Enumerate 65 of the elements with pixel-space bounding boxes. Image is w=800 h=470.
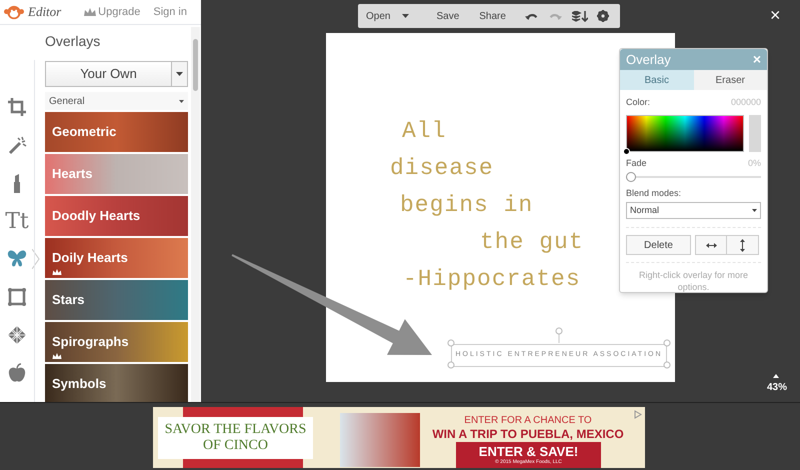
diamond-pattern-icon[interactable] <box>7 325 27 345</box>
crown-icon <box>52 269 62 275</box>
fade-value: 0% <box>748 157 761 170</box>
overlay-category[interactable]: Geometric <box>45 112 188 152</box>
undo-icon[interactable] <box>524 11 539 21</box>
ad-choices-icon[interactable] <box>634 410 642 419</box>
zoom-level: 43% <box>767 381 788 395</box>
color-preview <box>749 115 761 152</box>
crop-icon[interactable] <box>7 97 27 117</box>
dropdown-button[interactable] <box>172 61 188 87</box>
crown-icon <box>84 8 96 16</box>
scrollbar[interactable] <box>191 27 200 402</box>
ad-headline: SAVOR THE FLAVORS OF CINCO <box>158 417 313 459</box>
text-tool[interactable]: Tt <box>5 204 29 238</box>
overlay-category[interactable]: Doodly Hearts <box>45 196 188 236</box>
monkey-logo-icon <box>4 4 24 20</box>
layers-sort-icon[interactable] <box>572 10 588 22</box>
toolbar-button[interactable]: Share <box>479 8 506 24</box>
overlay-category[interactable]: Stars <box>45 280 188 320</box>
crown-icon <box>52 353 62 359</box>
picker-handle-icon <box>623 148 630 155</box>
flip-vertical-button[interactable] <box>727 235 759 255</box>
quote-text: All disease begins in the gut -Hippocrates <box>390 117 584 294</box>
ad-text: ENTER FOR A CHANCE TO <box>463 414 593 428</box>
delete-button[interactable]: Delete <box>626 235 691 255</box>
panel-title: Overlays <box>45 32 102 51</box>
tab[interactable]: Basic <box>620 70 694 90</box>
up-arrow-icon[interactable] <box>773 374 779 378</box>
your-own-button[interactable]: Your Own <box>45 61 172 87</box>
upgrade-link[interactable]: Upgrade <box>98 4 140 20</box>
fade-label: Fade <box>626 157 647 170</box>
color-value: 000000 <box>730 96 761 109</box>
blend-label: Blend modes: <box>626 186 682 200</box>
hint-text: Right-click overlay for more options. <box>638 269 750 293</box>
category-select[interactable]: General <box>45 92 188 110</box>
toolbar-button[interactable]: Save <box>436 8 460 24</box>
apple-icon[interactable] <box>7 363 27 383</box>
overlay-category[interactable]: Symbols <box>45 364 188 402</box>
magic-wand-icon[interactable] <box>7 135 27 155</box>
sign-in-link[interactable]: Sign in <box>153 4 187 20</box>
selection-handles-drawing[interactable] <box>447 327 671 369</box>
open-menu-button[interactable]: Open <box>366 8 410 24</box>
slider-thumb[interactable] <box>626 172 636 182</box>
blend-select[interactable]: Normal <box>626 202 761 219</box>
color-label: Color: <box>626 96 650 109</box>
close-button[interactable]: × <box>770 2 781 29</box>
caret-icon <box>402 14 410 18</box>
app-name: Editor <box>28 3 62 22</box>
frame-icon[interactable] <box>7 287 27 307</box>
overlay-category[interactable]: Doily Hearts <box>45 238 188 278</box>
pointer-notch-icon <box>32 249 40 269</box>
vertical-arrows-icon <box>740 238 745 252</box>
color-picker[interactable] <box>626 115 744 152</box>
fade-slider[interactable] <box>626 172 761 182</box>
ad-text: WIN A TRIP TO PUEBLA, MEXICO <box>431 426 625 443</box>
caret-icon <box>179 100 184 102</box>
settings-icon[interactable] <box>596 10 609 22</box>
overlay-category[interactable]: Spirographs <box>45 322 188 362</box>
horizontal-arrows-icon <box>706 242 716 248</box>
butterfly-icon[interactable] <box>7 249 27 269</box>
caret-icon <box>752 209 757 212</box>
dialog-title: Overlay <box>626 50 671 69</box>
caret-icon <box>176 72 183 76</box>
flip-horizontal-button[interactable] <box>695 235 727 255</box>
tab[interactable]: Eraser <box>694 70 767 90</box>
